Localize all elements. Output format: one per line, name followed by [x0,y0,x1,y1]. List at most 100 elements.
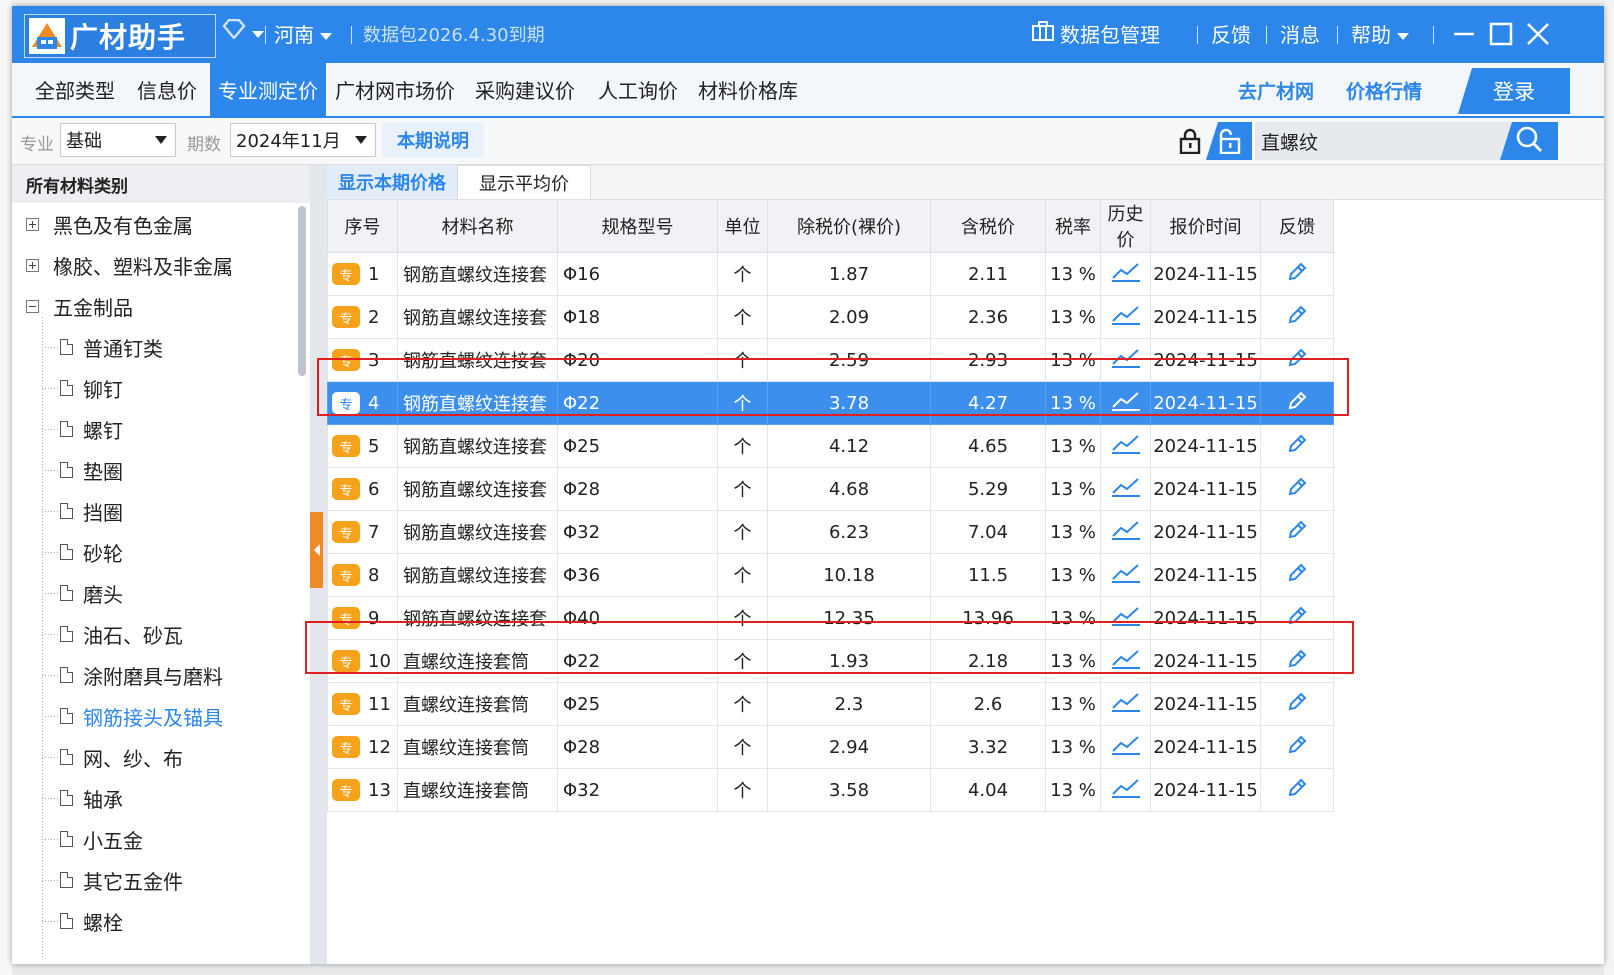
column-header[interactable]: 报价时间 [1150,199,1261,253]
tab-purchase-advice[interactable]: 采购建议价 [467,63,583,116]
column-header[interactable]: 除税价(裸价) [767,199,931,253]
edit-pencil-icon[interactable] [1260,381,1334,425]
table-row[interactable]: 专 9 钢筋直螺纹连接套 Φ40 个 12.35 13.96 13 % 2024-11-15 [327,596,1334,640]
history-chart-icon[interactable] [1100,338,1151,382]
history-chart-icon[interactable] [1100,381,1151,425]
tree-item-small-hardware[interactable]: 小五金 [60,821,143,857]
table-row[interactable]: 专 12 直螺纹连接套筒 Φ28 个 2.94 3.32 13 % 2024-11-15 [327,725,1334,769]
table-row[interactable]: 专 1 钢筋直螺纹连接套 Φ16 个 1.87 2.11 13 % 2024-11-15 [327,252,1334,296]
edit-pencil-icon[interactable] [1260,639,1334,683]
search-input[interactable]: 直螺纹 [1255,122,1515,160]
table-row[interactable]: 专 7 钢筋直螺纹连接套 Φ32 个 6.23 7.04 13 % 2024-11-15 [327,510,1334,554]
tab-all-types[interactable]: 全部类型 [26,63,124,116]
tree-item-rebar-joints[interactable]: 钢筋接头及锚具 [60,698,223,734]
row-number: 7 [368,521,380,543]
table-row[interactable]: 专 10 直螺纹连接套筒 Φ22 个 1.93 2.18 13 % 2024-11-15 [327,639,1334,683]
tree-group-ferrous-metals[interactable]: 黑色及有色金属 [26,206,193,242]
table-row[interactable]: 专 3 钢筋直螺纹连接套 Φ20 个 2.59 2.93 13 % 2024-11-15 [327,338,1334,382]
collapse-icon[interactable] [26,299,39,313]
tree-item-nails[interactable]: 普通钉类 [60,329,163,365]
edit-pencil-icon[interactable] [1260,768,1334,812]
help-dropdown[interactable]: 帮助 [1351,19,1409,48]
expand-icon[interactable] [26,217,39,231]
column-header[interactable]: 税率 [1045,199,1101,253]
tab-market-price[interactable]: 广材网市场价 [330,63,460,116]
table-row[interactable]: 专 11 直螺纹连接套筒 Φ25 个 2.3 2.6 13 % 2024-11-15 [327,682,1334,726]
tree-item-bearings[interactable]: 轴承 [60,780,123,816]
edit-pencil-icon[interactable] [1260,295,1334,339]
tree-item-washers[interactable]: 垫圈 [60,452,123,488]
period-select[interactable]: 2024年11月 [230,123,376,157]
column-header[interactable]: 序号 [327,199,398,253]
expand-icon[interactable] [26,258,39,272]
history-chart-icon[interactable] [1100,295,1151,339]
edit-pencil-icon[interactable] [1260,596,1334,640]
vip-dropdown[interactable] [222,18,264,44]
history-chart-icon[interactable] [1100,596,1151,640]
feedback-button[interactable]: 反馈 [1211,19,1251,48]
tree-item-retaining-rings[interactable]: 挡圈 [60,493,123,529]
price-trend-link[interactable]: 价格行情 [1346,77,1422,104]
column-header[interactable]: 历史价 [1100,199,1151,253]
column-header[interactable]: 单位 [717,199,768,253]
tree-item-abrasives[interactable]: 涂附磨具与磨料 [60,657,223,693]
edit-pencil-icon[interactable] [1260,725,1334,769]
region-dropdown[interactable]: 河南 [274,19,332,48]
tree-item-bolts[interactable]: 螺栓 [60,903,123,939]
tab-average-price[interactable]: 显示平均价 [457,165,591,199]
edit-pencil-icon[interactable] [1260,338,1334,382]
edit-pencil-icon[interactable] [1260,252,1334,296]
table-row[interactable]: 专 5 钢筋直螺纹连接套 Φ25 个 4.12 4.65 13 % 2024-11-15 [327,424,1334,468]
minimize-icon[interactable] [1447,17,1481,51]
unlock-icon[interactable] [1206,122,1252,160]
tab-info-price[interactable]: 信息价 [124,63,210,116]
tab-price-library[interactable]: 材料价格库 [692,63,804,116]
messages-button[interactable]: 消息 [1280,19,1320,48]
edit-pencil-icon[interactable] [1260,682,1334,726]
history-chart-icon[interactable] [1100,252,1151,296]
tree-item-mesh-cloth[interactable]: 网、纱、布 [60,739,183,775]
go-site-link[interactable]: 去广材网 [1238,77,1314,104]
tab-manual-inquiry[interactable]: 人工询价 [590,63,686,116]
tree-item-screws[interactable]: 螺钉 [60,411,123,447]
login-button[interactable]: 登录 [1458,68,1570,114]
collapse-sidebar-button[interactable] [310,512,323,588]
history-chart-icon[interactable] [1100,510,1151,554]
sidebar-scrollbar[interactable] [298,206,306,376]
tree-item-grinding-heads[interactable]: 磨头 [60,575,123,611]
tree-item-rivets[interactable]: 铆钉 [60,370,123,406]
history-chart-icon[interactable] [1100,682,1151,726]
unit: 个 [717,338,768,382]
data-package-manage-button[interactable]: 数据包管理 [1032,19,1160,48]
tree-item-other-hardware[interactable]: 其它五金件 [60,862,183,898]
history-chart-icon[interactable] [1100,639,1151,683]
history-chart-icon[interactable] [1100,424,1151,468]
column-header[interactable]: 含税价 [930,199,1046,253]
history-chart-icon[interactable] [1100,467,1151,511]
edit-pencil-icon[interactable] [1260,467,1334,511]
history-chart-icon[interactable] [1100,768,1151,812]
edit-pencil-icon[interactable] [1260,424,1334,468]
column-header[interactable]: 材料名称 [397,199,558,253]
table-row[interactable]: 专 2 钢筋直螺纹连接套 Φ18 个 2.09 2.36 13 % 2024-11-15 [327,295,1334,339]
edit-pencil-icon[interactable] [1260,510,1334,554]
edit-pencil-icon[interactable] [1260,553,1334,597]
table-row[interactable]: 专 13 直螺纹连接套筒 Φ32 个 3.58 4.04 13 % 2024-11-15 [327,768,1334,812]
close-icon[interactable] [1521,17,1555,51]
lock-icon[interactable] [1174,124,1206,158]
period-note-button[interactable]: 本期说明 [382,123,484,157]
tab-professional-price[interactable]: 专业测定价 [210,63,326,116]
major-select[interactable]: 基础 [60,123,176,157]
tab-current-price[interactable]: 显示本期价格 [327,165,457,199]
column-header[interactable]: 规格型号 [557,199,718,253]
table-row[interactable]: 专 6 钢筋直螺纹连接套 Φ28 个 4.68 5.29 13 % 2024-11-15 [327,467,1334,511]
history-chart-icon[interactable] [1100,553,1151,597]
table-row[interactable]: 专 8 钢筋直螺纹连接套 Φ36 个 10.18 11.5 13 % 2024-11-15 [327,553,1334,597]
column-header[interactable]: 反馈 [1260,199,1334,253]
tree-item-oilstones[interactable]: 油石、砂瓦 [60,616,183,652]
history-chart-icon[interactable] [1100,725,1151,769]
maximize-icon[interactable] [1484,17,1518,51]
table-row[interactable]: 专 4 钢筋直螺纹连接套 Φ22 个 3.78 4.27 13 % 2024-11-15 [327,381,1334,425]
tree-group-rubber-plastics[interactable]: 橡胶、塑料及非金属 [26,247,233,283]
tree-item-grinding-wheels[interactable]: 砂轮 [60,534,123,570]
